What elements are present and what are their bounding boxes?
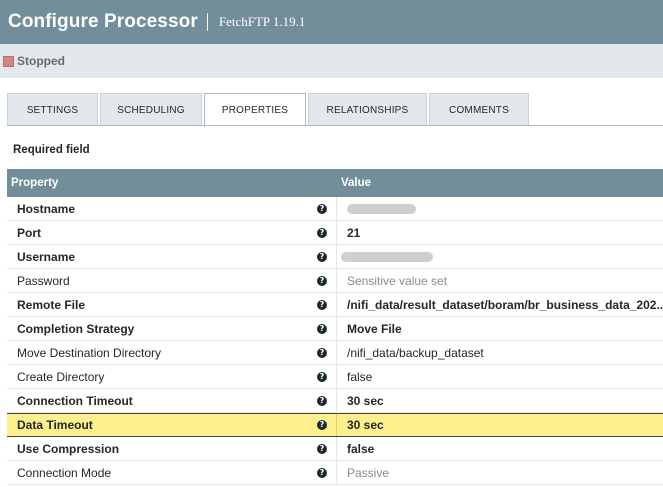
- help-icon[interactable]: ?: [317, 467, 327, 478]
- help-icon[interactable]: ?: [317, 347, 327, 358]
- tab-comments[interactable]: COMMENTS: [429, 93, 529, 126]
- processor-type: FetchFTP 1.19.1: [218, 14, 306, 29]
- redacted-value: [341, 251, 433, 262]
- property-name: Create Directory: [17, 369, 105, 384]
- title-divider: [206, 13, 208, 31]
- stopped-icon: [3, 55, 14, 67]
- redacted-value: [347, 203, 416, 214]
- property-name: Use Compression: [17, 441, 120, 456]
- help-icon[interactable]: ?: [317, 323, 327, 334]
- property-value[interactable]: 21: [337, 221, 663, 244]
- table-row[interactable]: Completion Strategy? Move File: [7, 317, 663, 341]
- required-field-label: Required field: [13, 144, 90, 156]
- property-name: Password: [17, 273, 70, 288]
- property-value[interactable]: false: [337, 437, 663, 460]
- tab-relationships[interactable]: RELATIONSHIPS: [308, 93, 427, 126]
- tab-underline: [7, 125, 663, 126]
- property-name: Username: [17, 249, 76, 264]
- property-name: Move Destination Directory: [17, 345, 162, 360]
- table-row[interactable]: Remote File? /nifi_data/result_dataset/b…: [7, 293, 663, 317]
- help-icon[interactable]: ?: [317, 227, 327, 238]
- table-row[interactable]: Move Destination Directory? /nifi_data/b…: [7, 341, 663, 365]
- status-bar: Stopped: [0, 44, 663, 78]
- column-header-value[interactable]: Value: [337, 177, 371, 189]
- property-value[interactable]: [337, 197, 663, 220]
- tab-settings[interactable]: SETTINGS: [7, 93, 98, 126]
- property-value[interactable]: false: [337, 365, 663, 388]
- property-value[interactable]: 30 sec: [337, 414, 663, 436]
- column-header-property[interactable]: Property: [7, 177, 337, 189]
- property-name: Data Timeout: [17, 418, 93, 432]
- property-name: Completion Strategy: [17, 321, 135, 336]
- tab-scheduling[interactable]: SCHEDULING: [100, 93, 202, 126]
- help-icon[interactable]: ?: [317, 371, 327, 382]
- help-icon[interactable]: ?: [317, 395, 327, 406]
- property-value[interactable]: 30 sec: [337, 389, 663, 412]
- property-name: Port: [17, 225, 41, 240]
- table-row[interactable]: Username?: [7, 245, 663, 269]
- table-row[interactable]: Connection Timeout? 30 sec: [7, 389, 663, 413]
- help-icon[interactable]: ?: [317, 251, 327, 262]
- table-header: Property Value: [7, 169, 663, 197]
- table-row[interactable]: Connection Mode? Passive: [7, 461, 663, 485]
- properties-table: Property Value Hostname? Port? 21 Userna…: [7, 169, 663, 485]
- table-row[interactable]: Port? 21: [7, 221, 663, 245]
- property-value[interactable]: Move File: [337, 317, 663, 340]
- property-value[interactable]: Passive: [337, 461, 663, 484]
- tab-properties[interactable]: PROPERTIES: [204, 93, 306, 127]
- property-name: Connection Mode: [17, 465, 112, 480]
- help-icon[interactable]: ?: [317, 443, 327, 454]
- help-icon[interactable]: ?: [317, 275, 327, 286]
- dialog-header: Configure Processor FetchFTP 1.19.1: [0, 0, 663, 44]
- property-name: Hostname: [17, 201, 76, 216]
- table-row[interactable]: Create Directory? false: [7, 365, 663, 389]
- property-name: Remote File: [17, 297, 86, 312]
- tab-bar: SETTINGS SCHEDULING PROPERTIES RELATIONS…: [7, 93, 531, 127]
- property-value[interactable]: [337, 245, 663, 268]
- table-row[interactable]: Use Compression? false: [7, 437, 663, 461]
- help-icon[interactable]: ?: [317, 420, 327, 430]
- property-name: Connection Timeout: [17, 393, 133, 408]
- status-label: Stopped: [17, 54, 65, 68]
- dialog-title: Configure Processor: [8, 11, 198, 32]
- table-row-selected[interactable]: Data Timeout? 30 sec: [7, 413, 663, 437]
- help-icon[interactable]: ?: [317, 203, 327, 214]
- table-row[interactable]: Password? Sensitive value set: [7, 269, 663, 293]
- table-row[interactable]: Hostname?: [7, 197, 663, 221]
- help-icon[interactable]: ?: [317, 299, 327, 310]
- property-value[interactable]: Sensitive value set: [337, 269, 663, 292]
- property-value[interactable]: /nifi_data/result_dataset/boram/br_busin…: [337, 293, 663, 316]
- property-value[interactable]: /nifi_data/backup_dataset: [337, 341, 663, 364]
